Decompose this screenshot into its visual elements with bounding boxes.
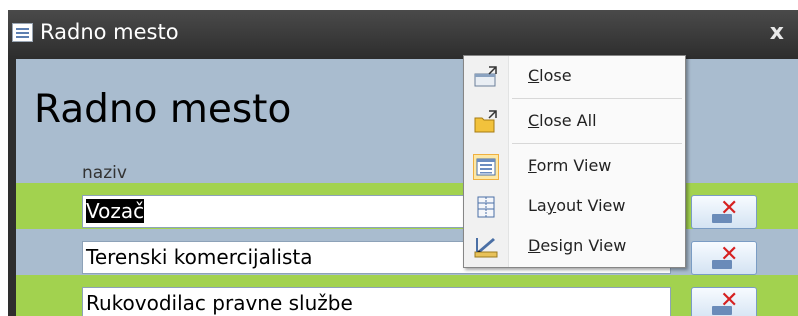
menu-item-close-all[interactable]: Close All xyxy=(464,102,685,142)
menu-accel: C xyxy=(528,111,540,130)
menu-label: orm View xyxy=(536,156,612,175)
delete-icon: ✕ xyxy=(720,196,739,221)
menu-item-design-view[interactable]: Design View xyxy=(464,227,685,267)
form-heading: Radno mesto xyxy=(34,87,292,132)
menu-accel: C xyxy=(528,66,540,85)
menu-label: out View xyxy=(556,196,626,215)
table-row: Rukovodilac pravne službe ✕ xyxy=(16,275,798,316)
window-frame xyxy=(8,59,16,316)
menu-accel: F xyxy=(528,156,537,175)
context-menu: Close Close All Form View Layout View De… xyxy=(463,55,686,268)
form-icon xyxy=(12,23,33,42)
layout-view-icon xyxy=(473,194,499,220)
delete-icon: ✕ xyxy=(720,242,739,267)
field-value: Terenski komercijalista xyxy=(86,245,313,269)
title-bar[interactable]: Radno mesto x xyxy=(8,10,798,59)
menu-separator xyxy=(512,98,682,99)
field-value: Rukovodilac pravne službe xyxy=(86,291,353,315)
column-label-naziv: naziv xyxy=(82,163,127,183)
menu-accel: D xyxy=(528,236,541,255)
menu-label-prefix: La xyxy=(528,196,547,215)
menu-separator xyxy=(512,143,682,144)
delete-record-button[interactable]: ✕ xyxy=(691,241,757,275)
close-window-icon xyxy=(473,64,499,90)
menu-label: lose xyxy=(539,66,572,85)
field-value: Vozač xyxy=(86,199,145,223)
menu-item-close[interactable]: Close xyxy=(464,57,685,97)
naziv-field[interactable]: Rukovodilac pravne službe xyxy=(82,287,671,316)
menu-accel: y xyxy=(546,196,557,215)
delete-icon: ✕ xyxy=(720,288,739,313)
close-icon[interactable]: x xyxy=(770,20,784,45)
menu-label: esign View xyxy=(540,236,627,255)
menu-item-form-view[interactable]: Form View xyxy=(464,147,685,187)
close-all-folder-icon xyxy=(473,109,499,135)
menu-item-layout-view[interactable]: Layout View xyxy=(464,187,685,227)
delete-record-button[interactable]: ✕ xyxy=(691,195,757,229)
delete-record-button[interactable]: ✕ xyxy=(691,287,757,316)
design-view-icon xyxy=(473,234,499,260)
window-title: Radno mesto xyxy=(40,20,179,44)
menu-label: lose All xyxy=(539,111,597,130)
form-view-icon xyxy=(473,154,499,180)
